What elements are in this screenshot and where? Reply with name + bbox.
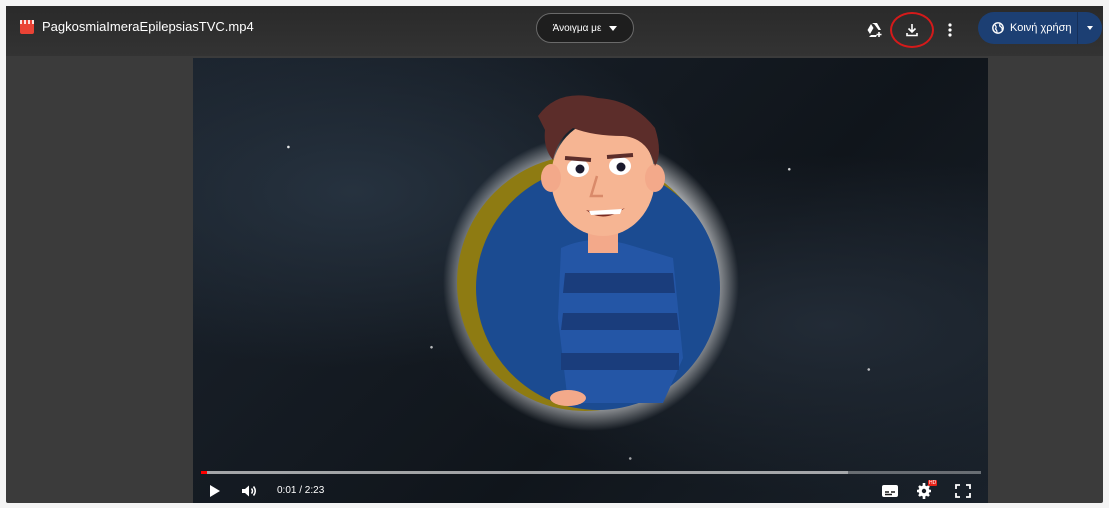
share-button[interactable]: Κοινή χρήση [978, 12, 1102, 44]
drive-preview-window: PagkosmiaImeraEpilepsiasTVC.mp4 Άνοιγμα … [6, 6, 1103, 503]
progress-fill [201, 471, 207, 474]
top-bar: PagkosmiaImeraEpilepsiasTVC.mp4 Άνοιγμα … [6, 6, 1103, 56]
time-display: 0:01 / 2:23 [277, 485, 325, 496]
chevron-down-icon [609, 25, 618, 31]
file-name: PagkosmiaImeraEpilepsiasTVC.mp4 [42, 19, 254, 34]
add-to-drive-button[interactable] [861, 16, 889, 44]
open-with-button[interactable]: Άνοιγμα με [536, 13, 634, 43]
more-vert-icon [948, 23, 952, 37]
download-button[interactable] [898, 16, 926, 44]
video-player[interactable]: 0:01 / 2:23 HD [193, 58, 988, 503]
volume-icon[interactable] [241, 484, 257, 498]
play-icon[interactable] [209, 484, 221, 498]
share-divider [1077, 12, 1078, 44]
add-to-drive-icon [867, 23, 882, 37]
chevron-down-icon[interactable] [1087, 26, 1093, 30]
video-frame-illustration [443, 95, 739, 431]
hd-badge: HD [928, 480, 938, 486]
download-icon [906, 24, 918, 37]
open-with-label: Άνοιγμα με [552, 22, 602, 34]
globe-icon [992, 22, 1004, 34]
progress-bar[interactable] [201, 471, 981, 474]
subtitles-icon[interactable] [881, 484, 899, 498]
share-label: Κοινή χρήση [1010, 22, 1072, 34]
progress-buffer [201, 471, 849, 474]
player-controls: 0:01 / 2:23 HD [193, 478, 988, 503]
fullscreen-icon[interactable] [955, 484, 971, 498]
more-options-button[interactable] [936, 16, 964, 44]
video-file-icon [20, 20, 34, 34]
